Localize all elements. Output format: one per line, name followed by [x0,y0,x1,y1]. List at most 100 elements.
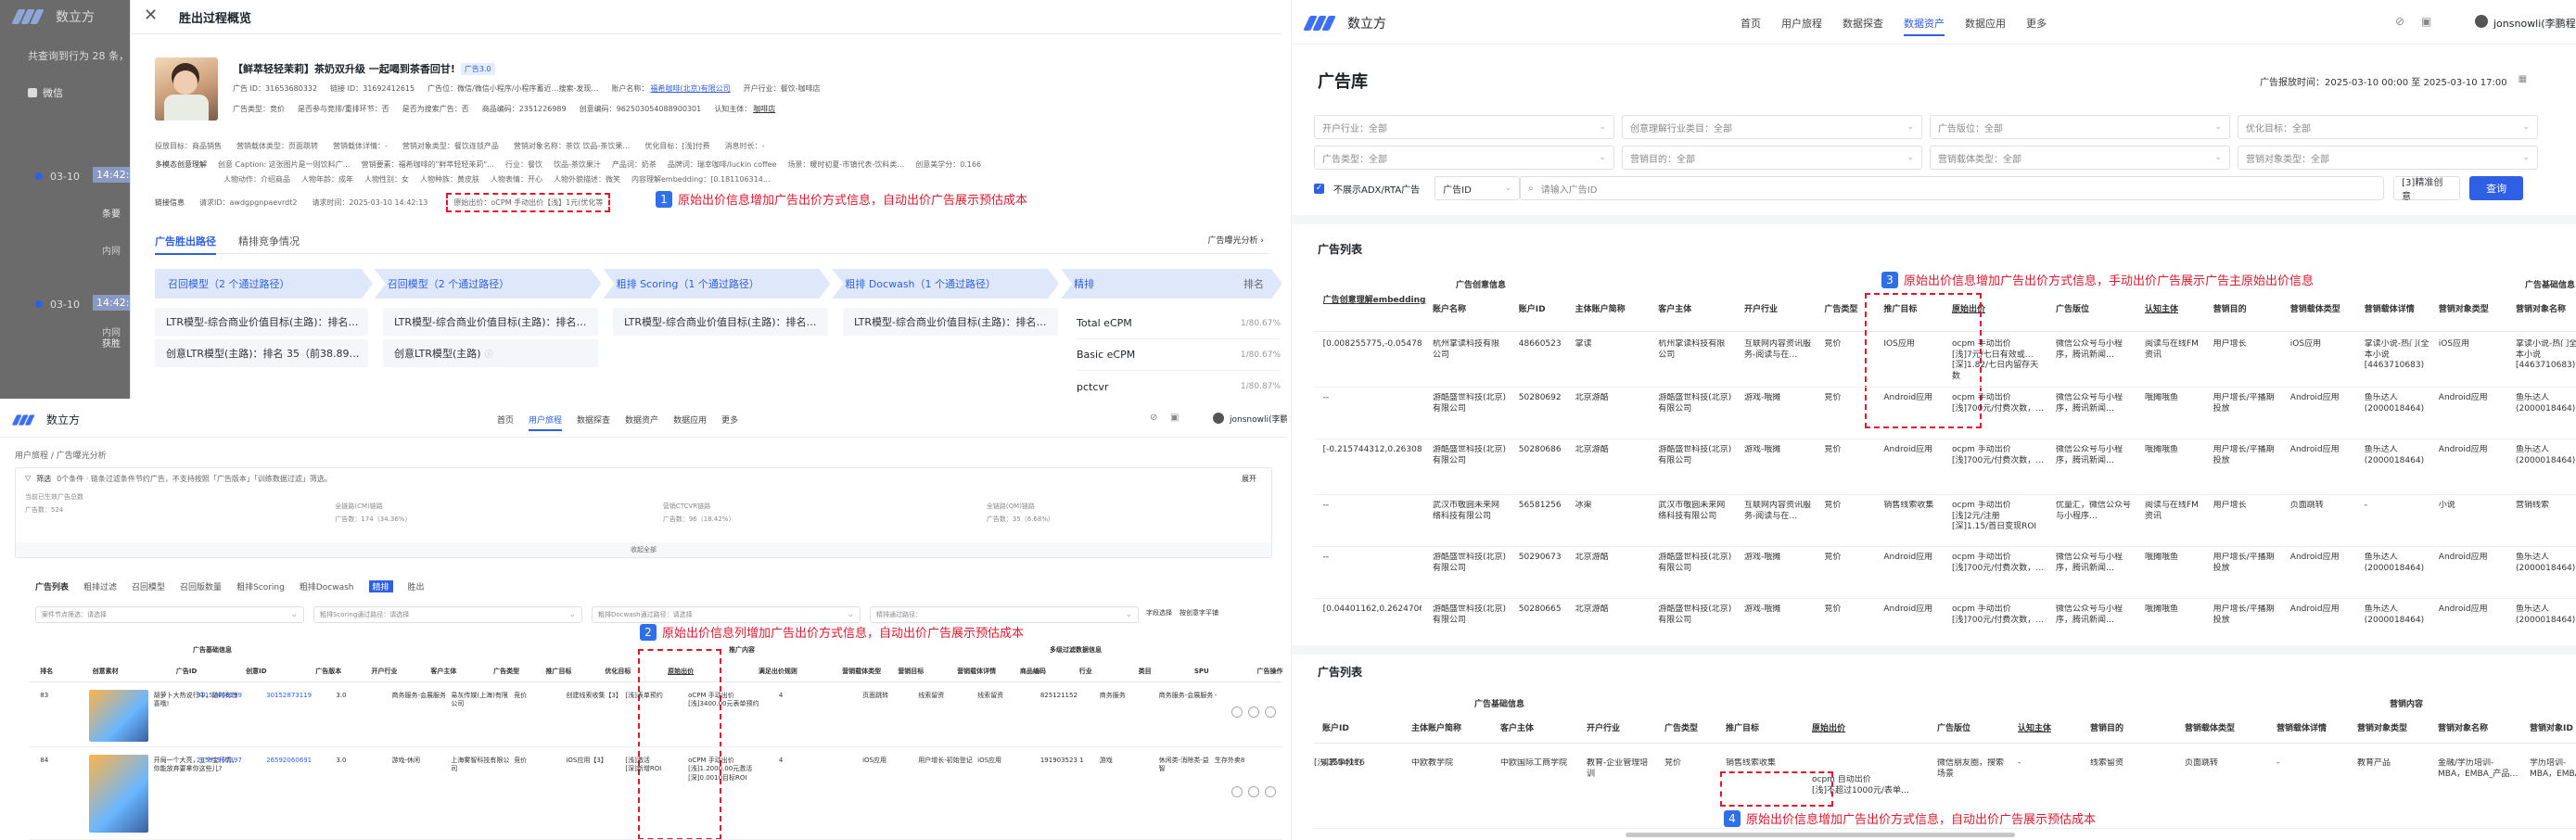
ad-id-search-input[interactable]: ⌕ 请输入广告ID [1520,176,2385,200]
channel-item[interactable]: 微信 [28,85,63,100]
filter-select[interactable]: 精排通过路径： ⌄ [870,606,1139,623]
table-cell: 掌读小说-热门全本小说[4463710683) [2516,339,2576,371]
avatar[interactable] [2475,15,2488,28]
tab-rerank-competition[interactable]: 精排竞争情况 [238,234,300,248]
eye-icon[interactable] [1231,706,1243,718]
nav-home[interactable]: 首页 [1741,16,1761,36]
tab-coarse-scoring[interactable]: 粗排Scoring [236,580,285,592]
nav-home[interactable]: 首页 [497,414,514,431]
ad-creative-image [155,57,218,121]
nav-data-assets[interactable]: 数据资产 [1904,16,1945,36]
app-name: 数立方 [1347,17,1386,32]
nav-more[interactable]: 更多 [721,414,738,431]
multimodal-label: 多模态创意理解 [155,160,207,169]
tab-win[interactable]: 胜出 [408,580,425,592]
nav-data-assets[interactable]: 数据资产 [625,414,658,431]
help-icon[interactable]: ⊘ [2395,15,2404,28]
nav-data-apps[interactable]: 数据应用 [1965,16,2006,36]
table-cell: Android应用 [2289,393,2340,402]
select-industry[interactable]: 开户行业：全部 ⌄ [1314,115,1614,139]
select-object-type[interactable]: 营销对象类型：全部 ⌄ [2238,146,2538,170]
table-cell: 游酷盛世科技(北京)有限公司 [1658,605,1732,625]
tab-win-path[interactable]: 广告胜出路径 [155,234,216,255]
filter-row-1: 开户行业：全部 ⌄ 创意理解行业类目：全部 ⌄ 广告版位：全部 ⌄ 优化目标：全部 ⌄ [1314,115,2538,139]
expand-toggle[interactable]: 展开 [1242,474,1256,484]
username[interactable]: jonsnowli(李鹏程) [2493,16,2576,31]
filter-select[interactable]: 案件节点筛选：请选择 ⌄ [35,606,304,623]
tab-recall-count[interactable]: 召回版数量 [180,580,222,592]
tab-rerank[interactable]: 精排 [368,580,393,592]
query-button[interactable]: 查询 [2469,176,2524,200]
table-cell: 游戏-休闲 [391,757,420,764]
help-icon[interactable]: ⊘ [1150,413,1157,423]
edit-icon[interactable] [1248,786,1259,797]
avatar[interactable] [1213,413,1224,424]
nav-more[interactable]: 更多 [2026,16,2047,36]
tab-ad-list[interactable]: 广告列表 [35,580,69,592]
tab-coarse-filter[interactable]: 粗排过滤 [83,580,117,592]
timeline-date: 03-10 [50,299,80,311]
table-cell[interactable]: 23591967397 [197,757,262,765]
top-bar: 数立方 首页 用户旅程 数据探查 数据资产 数据应用 更多 ⊘ ▣ jonsno… [0,401,1287,438]
stat-block: 全链路(QM)链路 广告数：35（6.68%） [987,502,1054,524]
stat-title: 当前已生效广告总数 [25,493,83,501]
exclude-adx-checkbox[interactable]: ✓ [1314,183,1324,194]
id-type-select[interactable]: 广告ID ⌄ [1435,176,1521,200]
path-item: LTR模型-综合商业价值目标(主路)：排名… [383,308,598,336]
stat-title: 全链路(CM)链路 [335,503,383,510]
creative-thumbnail[interactable] [88,690,148,742]
select-ad-type[interactable]: 广告类型：全部 ⌄ [1314,146,1614,170]
stat-value: 广告数：35（6.68%） [986,515,1054,523]
nav-user-journey[interactable]: 用户旅程 [1781,16,1822,36]
table-cell: 中欧教学院 [1411,758,1454,768]
account-name-link[interactable]: 福希咖啡(北京)有限公司 [650,83,730,94]
filter-select[interactable]: 粗排Docwash通过路径：请选择 ⌄ [592,606,861,623]
table-cell[interactable]: 30152873119 [266,692,332,700]
select-optimize-goal[interactable]: 优化目标：全部 ⌄ [2238,115,2538,139]
rank-header: 排名 [1243,278,1265,290]
tab-coarse-docwash[interactable]: 粗排Docwash [300,580,354,592]
table-cell: 游酷盛世科技(北京)有限公司 [1658,445,1732,465]
close-icon[interactable]: ✕ [144,6,158,25]
field-select-button[interactable]: 字段选择 [1146,608,1172,617]
nav-data-explore[interactable]: 数据探查 [577,414,610,431]
table-row: 84 开局一个大亮，五个宝行情，你能放弃要拿你这些儿? 23591967397 265… [30,749,1282,840]
edit-icon[interactable] [1248,706,1259,718]
select-marketing-purpose[interactable]: 营销目的：全部 ⌄ [1622,146,1922,170]
column-header: 广告版位 [1937,724,1971,733]
nav-data-apps[interactable]: 数据应用 [673,414,707,431]
creative-thumbnail[interactable] [88,755,148,833]
cognitive-subject-link[interactable]: 咖啡店 [753,104,775,114]
username[interactable]: jonsnowli(李鹏程) [1230,413,1287,425]
section-divider [1292,645,2576,655]
tile-mode-select[interactable]: 按创意字平铺 [1180,608,1218,617]
table-cell[interactable]: 26592060691 [266,757,332,765]
doc-icon[interactable]: ▣ [1170,413,1179,423]
select-creative-category[interactable]: 创意理解行业类目：全部 ⌄ [1622,115,1922,139]
drawer-title: 胜出过程概览 [179,12,252,26]
more-icon[interactable] [1265,706,1276,718]
precise-creative-toggle[interactable]: [3]精准创意 [2393,176,2461,202]
select-placement[interactable]: 广告版位：全部 ⌄ [1930,115,2230,139]
horizontal-scrollbar[interactable] [1626,833,2015,837]
time-range[interactable]: 广告报放时间：2025-03-10 00:00 至 2025-03-10 17:… [2260,74,2527,88]
table-cell[interactable]: 31152466159 [197,692,262,700]
filter-select[interactable]: 粗排Scoring通过路径：请选择 ⌄ [313,606,582,623]
nav-data-explore[interactable]: 数据探查 [1843,16,1883,36]
collapse-bar[interactable]: 收起全部 [16,542,1271,557]
eye-icon[interactable] [1231,786,1243,797]
path-row: 创意LTR模型(主路)：排名 35（前38.89… 创意LTR模型(主路) ⓘ [155,339,598,367]
more-icon[interactable] [1265,786,1276,797]
table-cell: 微信朋友圈，搜索场景 [1937,758,2005,779]
column-header: 满足出价规则 [758,668,797,675]
list-title: 广告列表 [1318,243,1363,256]
timeline-time[interactable]: 14:42: [93,167,134,183]
nav-user-journey[interactable]: 用户旅程 [529,414,563,431]
delivery-goal: 投放目标：商品销售 [155,142,222,150]
doc-icon[interactable]: ▣ [2421,15,2431,28]
exposure-analysis-link[interactable]: 广告曝光分析 › [1208,234,1265,246]
column-header: 营销载体详情 [957,668,997,675]
tab-recall-model[interactable]: 召回模型 [132,580,165,592]
rerank-flag: 是否参与竞排/重排环节：否 [298,105,389,113]
select-carrier-type[interactable]: 营销载体类型：全部 ⌄ [1930,146,2230,170]
